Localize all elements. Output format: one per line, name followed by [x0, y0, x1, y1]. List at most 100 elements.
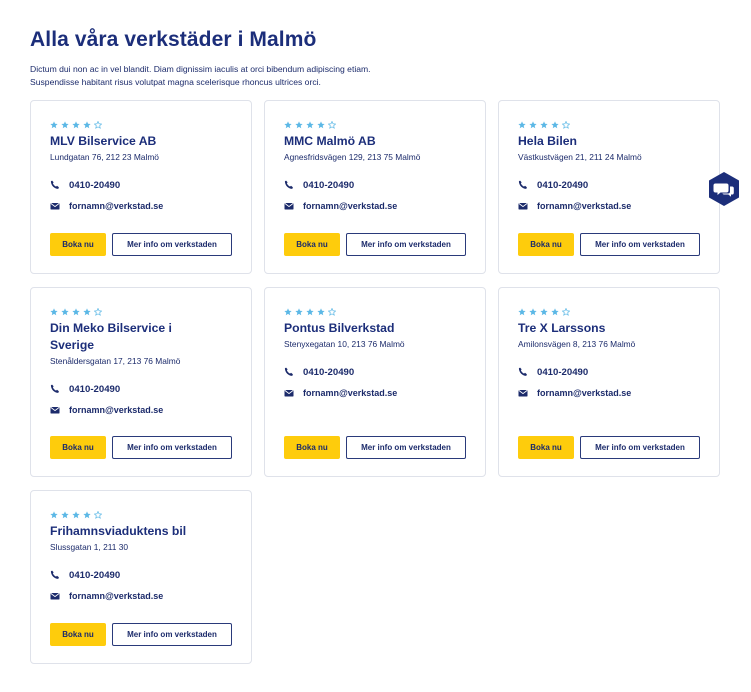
more-info-button[interactable]: Mer info om verkstaden — [346, 436, 466, 459]
chat-bubbles-icon — [709, 172, 739, 206]
star-filled-icon — [50, 120, 58, 128]
book-button[interactable]: Boka nu — [284, 436, 340, 459]
envelope-icon — [284, 390, 294, 397]
envelope-icon — [50, 407, 60, 414]
star-filled-icon — [50, 307, 58, 315]
phone-icon — [50, 180, 59, 189]
workshop-name: Tre X Larssons — [518, 321, 606, 335]
email-address: fornamn@verkstad.se — [69, 201, 164, 211]
phone-icon — [50, 570, 59, 579]
workshop-address: Agnesfridsvägen 129, 213 75 Malmö — [284, 152, 421, 162]
workshop-name: Din Meko Bilservice i Sverige — [50, 321, 172, 352]
star-empty-icon — [94, 510, 102, 519]
book-button[interactable]: Boka nu — [50, 233, 106, 256]
card-actions: Boka nu Mer info om verkstaden — [50, 623, 232, 646]
star-filled-icon — [518, 307, 526, 315]
star-filled-icon — [83, 307, 91, 315]
star-filled-icon — [529, 307, 537, 315]
phone-number: 0410-20490 — [69, 383, 121, 395]
rating-stars — [50, 120, 232, 129]
envelope-icon — [284, 203, 294, 210]
page-title: Alla våra verkstäder i Malmö — [30, 28, 317, 51]
book-button[interactable]: Boka nu — [50, 436, 106, 459]
workshop-address: Amilonsvägen 8, 213 76 Malmö — [518, 339, 636, 349]
email-row[interactable]: fornamn@verkstad.se — [50, 590, 232, 602]
card-actions: Boka nu Mer info om verkstaden — [284, 233, 466, 256]
email-row[interactable]: fornamn@verkstad.se — [518, 200, 700, 212]
rating-stars — [50, 307, 232, 316]
phone-row[interactable]: 0410-20490 — [518, 179, 700, 191]
email-row[interactable]: fornamn@verkstad.se — [50, 200, 232, 212]
phone-number: 0410-20490 — [303, 366, 355, 378]
phone-row[interactable]: 0410-20490 — [50, 569, 232, 581]
phone-number: 0410-20490 — [537, 366, 589, 378]
workshop-address: Västkustvägen 21, 211 24 Malmö — [518, 152, 642, 162]
more-info-button[interactable]: Mer info om verkstaden — [580, 233, 700, 256]
workshop-address: Stenåldersgatan 17, 213 76 Malmö — [50, 356, 181, 366]
star-filled-icon — [540, 307, 548, 315]
phone-icon — [284, 180, 293, 189]
workshop-card: Tre X Larssons Amilonsvägen 8, 213 76 Ma… — [498, 287, 720, 477]
email-address: fornamn@verkstad.se — [537, 201, 632, 211]
email-row[interactable]: fornamn@verkstad.se — [284, 200, 466, 212]
star-filled-icon — [518, 120, 526, 128]
book-button[interactable]: Boka nu — [284, 233, 340, 256]
star-filled-icon — [306, 307, 314, 315]
workshop-name: Pontus Bilverkstad — [284, 321, 395, 335]
email-row[interactable]: fornamn@verkstad.se — [50, 404, 232, 416]
book-button[interactable]: Boka nu — [518, 233, 574, 256]
rating-stars — [518, 307, 700, 316]
email-address: fornamn@verkstad.se — [69, 405, 164, 415]
card-actions: Boka nu Mer info om verkstaden — [50, 233, 232, 256]
envelope-icon — [518, 390, 528, 397]
star-empty-icon — [562, 307, 570, 316]
phone-icon — [284, 367, 293, 376]
more-info-button[interactable]: Mer info om verkstaden — [112, 233, 232, 256]
star-filled-icon — [72, 120, 80, 128]
envelope-icon — [50, 203, 60, 210]
phone-number: 0410-20490 — [69, 179, 121, 191]
star-filled-icon — [61, 510, 69, 518]
phone-row[interactable]: 0410-20490 — [284, 366, 466, 378]
rating-stars — [518, 120, 700, 129]
phone-icon — [50, 384, 59, 393]
workshop-card: MMC Malmö AB Agnesfridsvägen 129, 213 75… — [264, 100, 486, 274]
phone-row[interactable]: 0410-20490 — [284, 179, 466, 191]
workshop-card: Pontus Bilverkstad Stenyxegatan 10, 213 … — [264, 287, 486, 477]
workshop-card: MLV Bilservice AB Lundgatan 76, 212 23 M… — [30, 100, 252, 274]
star-filled-icon — [61, 307, 69, 315]
star-filled-icon — [317, 307, 325, 315]
star-filled-icon — [295, 120, 303, 128]
rating-stars — [50, 510, 232, 519]
phone-row[interactable]: 0410-20490 — [50, 179, 232, 191]
chat-button[interactable] — [706, 171, 742, 207]
rating-stars — [284, 120, 466, 129]
star-filled-icon — [284, 307, 292, 315]
email-address: fornamn@verkstad.se — [69, 591, 164, 601]
more-info-button[interactable]: Mer info om verkstaden — [112, 436, 232, 459]
workshop-card: Hela Bilen Västkustvägen 21, 211 24 Malm… — [498, 100, 720, 274]
star-empty-icon — [328, 307, 336, 316]
card-actions: Boka nu Mer info om verkstaden — [518, 233, 700, 256]
card-actions: Boka nu Mer info om verkstaden — [518, 436, 700, 459]
workshop-name: MLV Bilservice AB — [50, 134, 157, 148]
more-info-button[interactable]: Mer info om verkstaden — [580, 436, 700, 459]
star-empty-icon — [328, 120, 336, 129]
phone-row[interactable]: 0410-20490 — [50, 383, 232, 395]
email-row[interactable]: fornamn@verkstad.se — [284, 387, 466, 399]
phone-icon — [518, 367, 527, 376]
star-filled-icon — [83, 120, 91, 128]
more-info-button[interactable]: Mer info om verkstaden — [346, 233, 466, 256]
phone-number: 0410-20490 — [303, 179, 355, 191]
star-empty-icon — [562, 120, 570, 129]
star-filled-icon — [551, 307, 559, 315]
phone-row[interactable]: 0410-20490 — [518, 366, 700, 378]
workshop-name: Frihamnsviaduktens bil — [50, 524, 187, 538]
workshop-address: Slussgatan 1, 211 30 — [50, 542, 129, 552]
book-button[interactable]: Boka nu — [50, 623, 106, 646]
star-filled-icon — [72, 510, 80, 518]
workshop-address: Lundgatan 76, 212 23 Malmö — [50, 152, 159, 162]
more-info-button[interactable]: Mer info om verkstaden — [112, 623, 232, 646]
email-row[interactable]: fornamn@verkstad.se — [518, 387, 700, 399]
book-button[interactable]: Boka nu — [518, 436, 574, 459]
